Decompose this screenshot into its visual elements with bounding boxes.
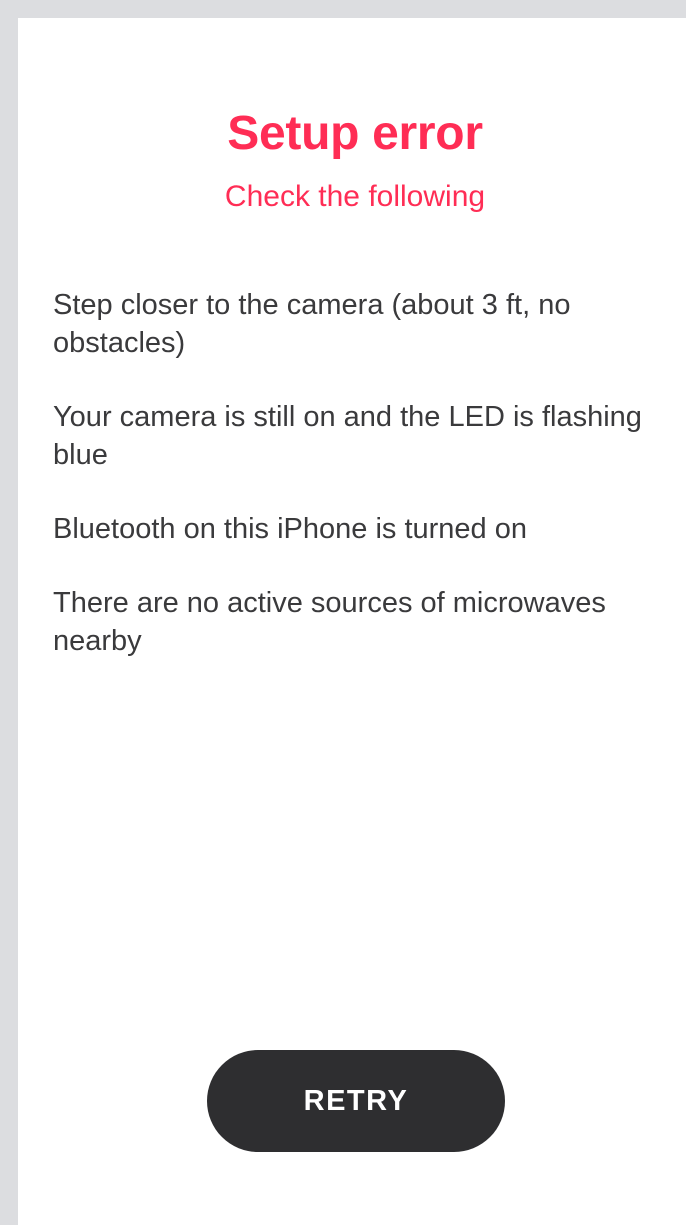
setup-error-screen: Setup error Check the following Step clo… [18, 18, 686, 1225]
page-title: Setup error [227, 107, 483, 160]
troubleshooting-list: Step closer to the camera (about 3 ft, n… [53, 286, 673, 696]
list-item: Step closer to the camera (about 3 ft, n… [53, 289, 571, 359]
list-item: There are no active sources of microwave… [53, 587, 606, 657]
page-subtitle: Check the following [224, 180, 486, 213]
list-item: Bluetooth on this iPhone is turned on [53, 513, 527, 545]
retry-button[interactable]: RETRY [207, 1050, 505, 1152]
list-item: Your camera is still on and the LED is f… [53, 401, 642, 471]
